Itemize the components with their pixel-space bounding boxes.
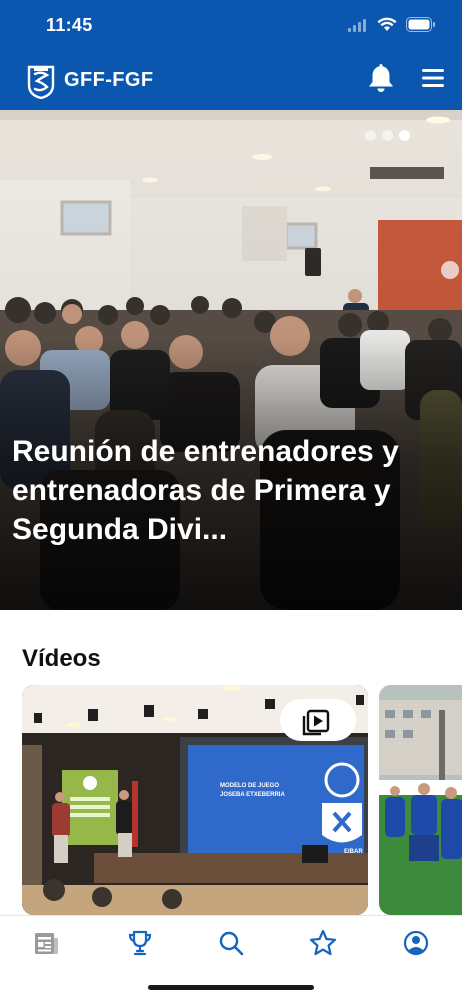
video-library-icon	[302, 709, 330, 736]
slide-title-line1: MODELO DE JUEGO	[220, 783, 279, 789]
home-indicator[interactable]	[148, 985, 314, 990]
status-bar: 11:45	[0, 0, 462, 50]
star-icon[interactable]	[308, 928, 338, 958]
battery-icon	[406, 17, 435, 32]
app-bar: GFF-FGF	[0, 56, 462, 104]
profile-icon[interactable]	[401, 928, 431, 958]
top-bar: 11:45 GFF-FGF	[0, 0, 462, 110]
carousel-dot[interactable]	[365, 130, 376, 141]
menu-icon[interactable]	[421, 67, 445, 89]
news-carousel[interactable]: Reunión de entrenadores y entrenadoras d…	[0, 110, 462, 610]
video-badge[interactable]	[280, 699, 356, 741]
news-icon[interactable]	[31, 928, 61, 958]
carousel-indicator	[365, 130, 410, 141]
trophy-icon[interactable]	[125, 928, 155, 958]
section-title-videos: Vídeos	[22, 645, 101, 672]
video-card[interactable]	[379, 685, 462, 915]
video-thumbnail	[379, 685, 462, 915]
federation-logo-icon[interactable]	[26, 65, 56, 99]
wifi-icon	[377, 17, 397, 31]
video-card[interactable]: MODELO DE JUEGO JOSEBA ETXEBERRIA EIBAR	[22, 685, 368, 915]
slide-title-line2: JOSEBA ETXEBERRIA	[220, 792, 285, 798]
signal-icon	[348, 18, 366, 32]
search-icon[interactable]	[216, 928, 246, 958]
bell-icon[interactable]	[367, 62, 395, 94]
hero-headline[interactable]: Reunión de entrenadores y entrenadoras d…	[12, 432, 452, 549]
status-icons	[348, 17, 436, 32]
carousel-dot[interactable]	[382, 130, 393, 141]
brand-title: GFF-FGF	[64, 69, 154, 91]
status-time: 11:45	[46, 15, 93, 35]
carousel-dot-active[interactable]	[399, 130, 410, 141]
